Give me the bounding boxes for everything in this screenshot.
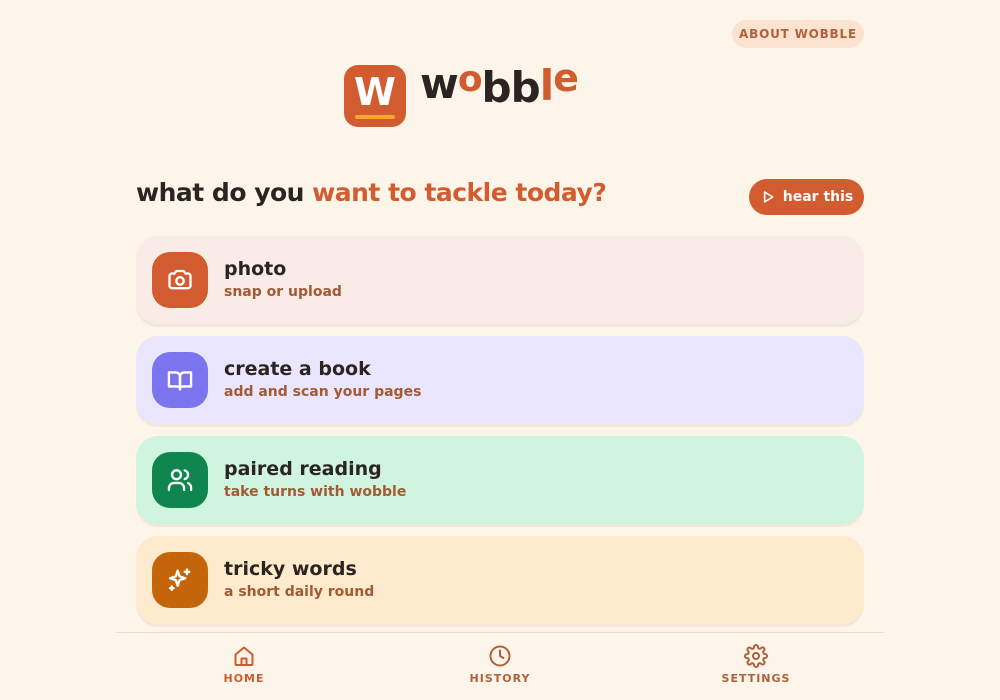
nav-item-home[interactable]: HOME	[184, 644, 304, 692]
card-subtitle: take turns with wobble	[224, 484, 407, 500]
nav-label-home: HOME	[223, 672, 265, 685]
home-icon	[232, 644, 256, 668]
clock-icon	[488, 644, 512, 668]
card-title: create a book	[224, 358, 371, 380]
hear-this-label: hear this	[782, 189, 854, 205]
about-wobble-button[interactable]: ABOUT WOBBLE	[732, 20, 864, 48]
paired-reading-card[interactable]: paired reading take turns with wobble	[136, 436, 864, 524]
nav-item-settings[interactable]: SETTINGS	[696, 644, 816, 692]
sparkles-icon	[166, 566, 194, 594]
users-icon	[166, 466, 194, 494]
hear-this-button[interactable]: hear this	[749, 179, 864, 215]
heading-accent: want to tackle today?	[312, 178, 607, 207]
tricky-words-card[interactable]: tricky words a short daily round	[136, 536, 864, 624]
card-title: tricky words	[224, 558, 357, 580]
card-subtitle: a short daily round	[224, 584, 375, 600]
nav-divider	[116, 632, 884, 633]
card-title: photo	[224, 258, 287, 280]
wordmark-letter: o	[457, 59, 483, 100]
card-icon-tile	[152, 552, 208, 608]
card-icon-tile	[152, 252, 208, 308]
wordmark-letter: b	[510, 63, 541, 112]
card-subtitle: add and scan your pages	[224, 384, 422, 400]
heading-plain: what do you	[136, 178, 313, 207]
book-icon	[166, 366, 194, 394]
wordmark-letter: w	[420, 59, 459, 108]
wordmark-letter: b	[481, 63, 512, 112]
page-title: what do you want to tackle today?	[136, 178, 607, 207]
wordmark-letter: l	[539, 61, 554, 110]
wordmark-letter: e	[553, 56, 579, 100]
logo-underline	[355, 115, 395, 119]
card-icon-tile	[152, 352, 208, 408]
card-title: paired reading	[224, 458, 382, 480]
create-book-card[interactable]: create a book add and scan your pages	[136, 336, 864, 424]
card-icon-tile	[152, 452, 208, 508]
camera-icon	[166, 266, 194, 294]
wordmark: w o b b l e	[420, 56, 579, 112]
card-subtitle: snap or upload	[224, 284, 342, 300]
photo-card[interactable]: photo snap or upload	[136, 236, 864, 324]
nav-item-history[interactable]: HISTORY	[440, 644, 560, 692]
nav-label-settings: SETTINGS	[721, 672, 791, 685]
app-logo: W	[344, 65, 406, 127]
nav-label-history: HISTORY	[469, 672, 531, 685]
logo-letter: W	[354, 70, 396, 114]
play-icon	[760, 189, 776, 205]
gear-icon	[744, 644, 768, 668]
